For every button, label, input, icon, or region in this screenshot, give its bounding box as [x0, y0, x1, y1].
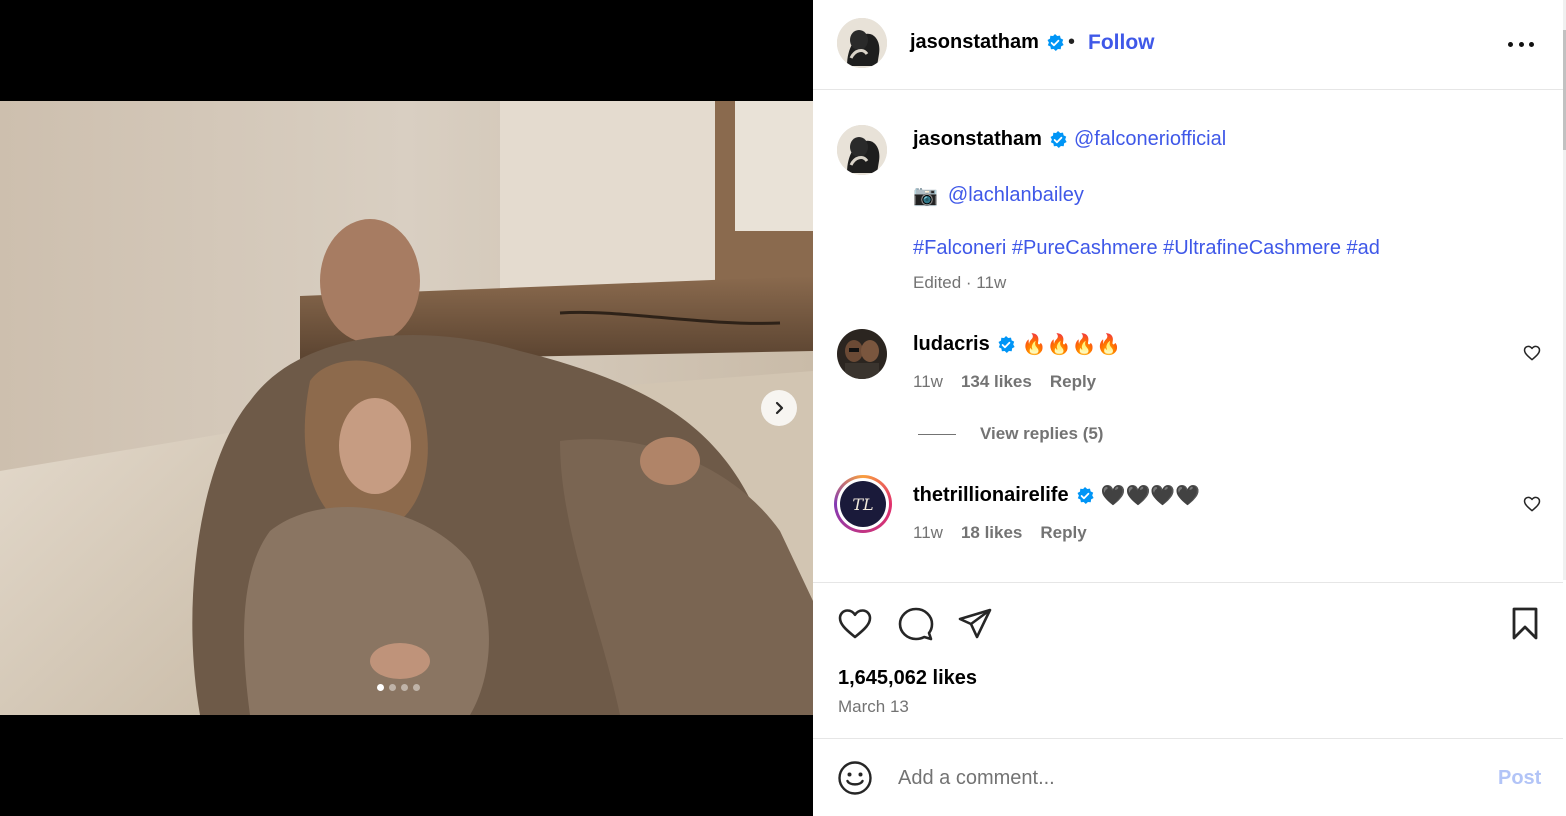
heart-icon[interactable] — [836, 605, 874, 643]
carousel-indicator — [377, 684, 420, 691]
post-header: jasonstatham • Follow — [813, 0, 1563, 90]
comment-text: 🖤🖤🖤🖤 — [1100, 485, 1201, 507]
follow-button[interactable]: Follow — [1088, 31, 1155, 55]
author-username[interactable]: jasonstatham — [910, 31, 1039, 54]
emoji-icon[interactable] — [837, 760, 873, 796]
story-ring-avatar[interactable]: TL — [834, 475, 892, 533]
carousel-dot-active — [377, 684, 384, 691]
profile-avatar-image — [837, 18, 887, 68]
post-side-panel: jasonstatham • Follow jasonstatham @falc… — [813, 0, 1566, 816]
verified-badge-icon — [1047, 33, 1064, 51]
view-replies-divider — [918, 433, 956, 435]
brand-mention-link[interactable]: @falconeriofficial — [1074, 128, 1226, 151]
avatar[interactable] — [837, 18, 887, 68]
post-date[interactable]: March 13 — [838, 697, 909, 717]
verified-badge-icon — [1077, 486, 1094, 504]
share-icon[interactable] — [956, 605, 994, 643]
comment-likes[interactable]: 18 likes — [961, 523, 1022, 543]
media-pane — [0, 0, 813, 816]
caption-avatar-image — [837, 125, 887, 175]
camera-emoji: 📷 — [913, 185, 938, 207]
header-username-row: jasonstatham — [910, 31, 1065, 54]
reply-button[interactable]: Reply — [1040, 523, 1086, 543]
view-replies-label: View replies (5) — [980, 424, 1104, 443]
photographer-mention-link[interactable]: @lachlanbailey — [948, 184, 1084, 207]
comment-row: thetrillionairelife 🖤🖤🖤🖤 — [913, 483, 1200, 508]
likes-count[interactable]: 1,645,062 likes — [838, 667, 977, 690]
comment-row: ludacris 🔥🔥🔥🔥 — [913, 332, 1121, 357]
comment-icon[interactable] — [897, 605, 935, 643]
comment-likes[interactable]: 134 likes — [961, 372, 1032, 392]
comment-input[interactable] — [898, 761, 1458, 795]
commenter-avatar-image — [837, 329, 887, 379]
carousel-dot — [389, 684, 396, 691]
bookmark-icon[interactable] — [1506, 605, 1544, 643]
more-options-icon[interactable] — [1508, 38, 1534, 50]
carousel-dot — [401, 684, 408, 691]
caption-meta: Edited · 11w — [913, 273, 1007, 292]
comment-composer: Post — [813, 739, 1563, 816]
comment-meta: 11w 134 likes Reply — [913, 372, 1096, 392]
carousel-dot — [413, 684, 420, 691]
avatar[interactable] — [837, 329, 887, 379]
next-image-button[interactable] — [761, 390, 797, 426]
comments-section: jasonstatham @falconeriofficial 📷 @lachl… — [813, 91, 1563, 581]
caption-first-line: jasonstatham @falconeriofficial — [913, 128, 1226, 151]
post-actions: 1,645,062 likes March 13 — [813, 582, 1563, 739]
comment-username[interactable]: ludacris — [913, 333, 990, 356]
story-ring-inner: TL — [837, 478, 889, 530]
avatar: TL — [840, 481, 886, 527]
comment-meta: 11w 18 likes Reply — [913, 523, 1087, 543]
comment-like-heart-icon[interactable] — [1522, 494, 1542, 514]
verified-badge-icon — [998, 335, 1015, 353]
header-separator: • — [1068, 31, 1076, 53]
comment-text: 🔥🔥🔥🔥 — [1021, 334, 1122, 356]
caption-username[interactable]: jasonstatham — [913, 128, 1042, 151]
reply-button[interactable]: Reply — [1050, 372, 1096, 392]
comment-username[interactable]: thetrillionairelife — [913, 484, 1069, 507]
verified-badge-icon — [1050, 130, 1067, 148]
comment-like-heart-icon[interactable] — [1522, 343, 1542, 363]
caption-hashtags[interactable]: #Falconeri #PureCashmere #UltrafineCashm… — [913, 237, 1380, 260]
avatar[interactable] — [837, 125, 887, 175]
comment-age: 11w — [913, 523, 943, 542]
post-photo-illustration — [0, 101, 813, 715]
view-replies-button[interactable]: View replies (5) — [918, 424, 1103, 444]
comment-age: 11w — [913, 372, 943, 391]
chevron-right-icon — [775, 401, 784, 415]
post-photo[interactable] — [0, 101, 813, 715]
caption-credit-line: 📷 @lachlanbailey — [913, 183, 1084, 208]
post-comment-button[interactable]: Post — [1498, 767, 1541, 790]
